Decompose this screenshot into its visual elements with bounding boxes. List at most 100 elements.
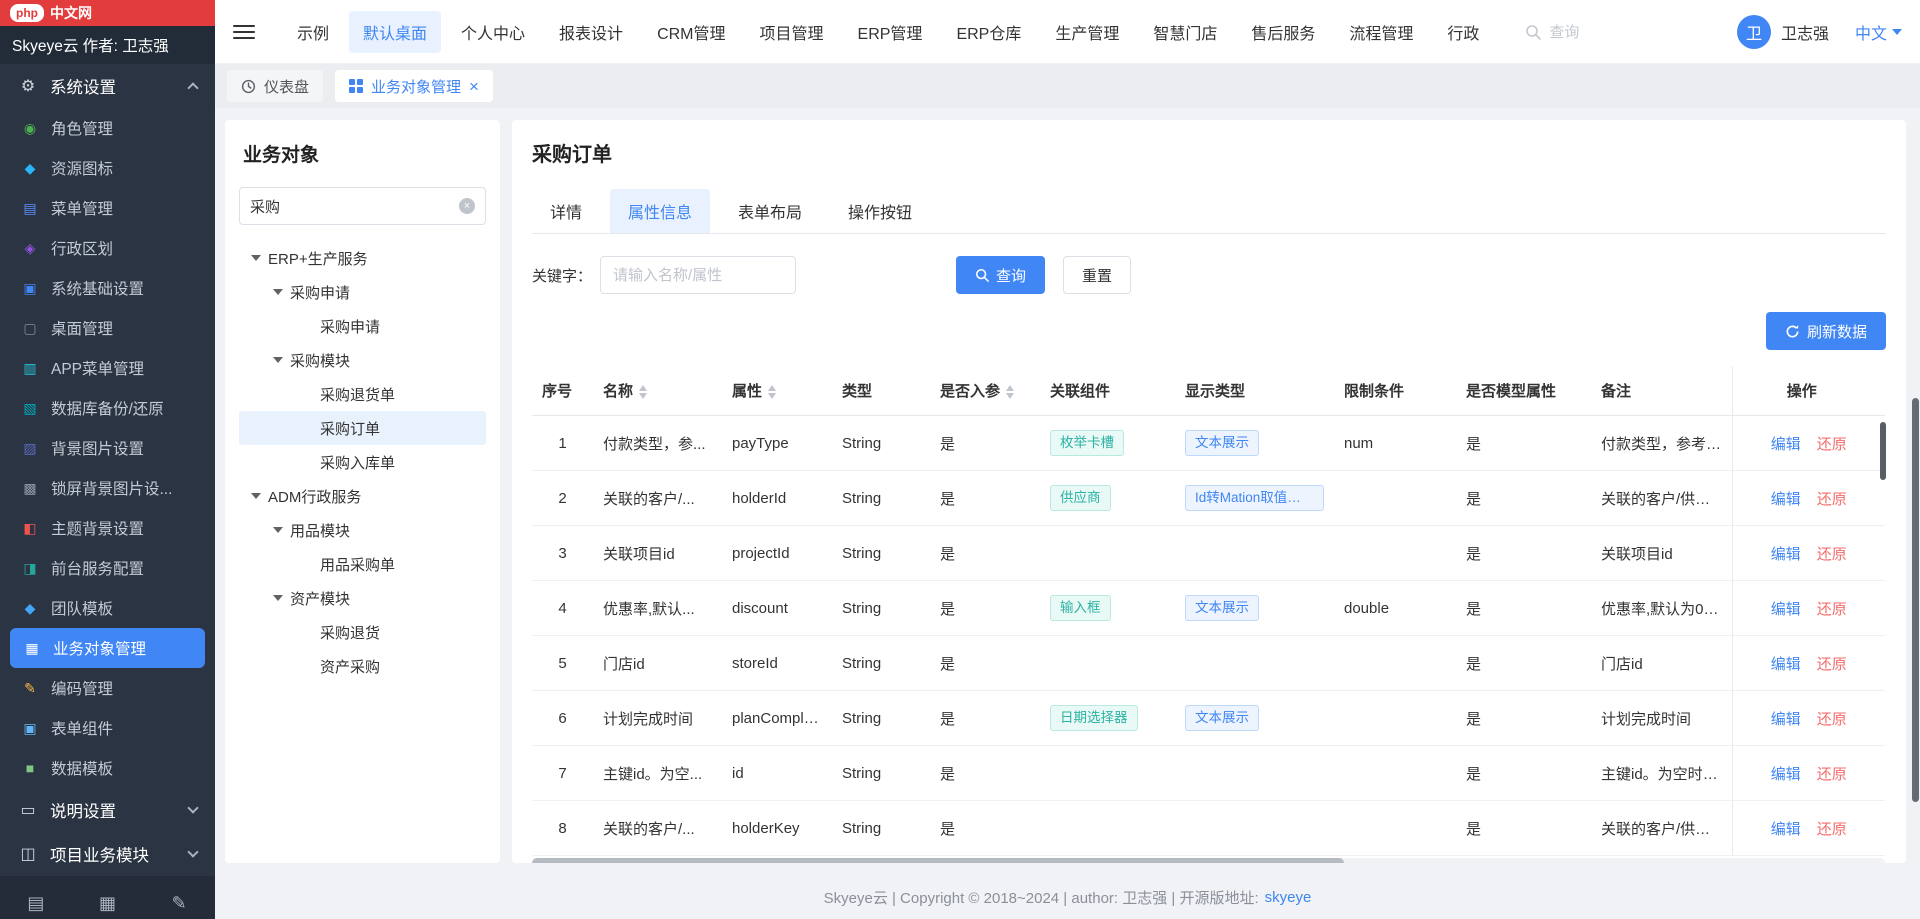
sidebar-item[interactable]: ◆ 团队模板 [0,588,215,628]
edit-link[interactable]: 编辑 [1771,766,1801,783]
topnav-item[interactable]: ERP管理 [844,11,937,53]
tree-node[interactable]: 采购模块 [239,343,486,377]
column-header[interactable]: 操作 [1731,366,1885,416]
edit-link[interactable]: 编辑 [1771,821,1801,838]
sort-asc-icon[interactable] [768,385,777,392]
dock-item[interactable]: ▦ 日程 [72,893,144,919]
sort-desc-icon[interactable] [639,393,648,400]
restore-link[interactable]: 还原 [1817,546,1847,563]
column-header[interactable]: 是否入参 [930,366,1040,416]
sidebar-item[interactable]: ▦ 业务对象管理 [10,628,205,668]
edit-link[interactable]: 编辑 [1771,711,1801,728]
restore-link[interactable]: 还原 [1817,436,1847,453]
tree-node[interactable]: 采购申请 [239,275,486,309]
sidebar-item[interactable]: ◆ 资源图标 [0,148,215,188]
sort-icons[interactable] [639,385,648,400]
restore-link[interactable]: 还原 [1817,491,1847,508]
sidebar-item[interactable]: ▧ 数据库备份/还原 [0,388,215,428]
sidebar-section[interactable]: ◫ 项目业务模块 [0,832,215,876]
tree-node[interactable]: 采购申请 [239,309,486,343]
tree-node[interactable]: ERP+生产服务 [239,241,486,275]
edit-link[interactable]: 编辑 [1771,491,1801,508]
sidebar-item[interactable]: ▢ 桌面管理 [0,308,215,348]
clear-icon[interactable]: × [459,198,475,214]
topnav-item[interactable]: 报表设计 [545,11,637,53]
tree-node[interactable]: 采购入库单 [239,445,486,479]
dock-item[interactable]: ✎ 笔记 [143,893,215,919]
topnav-item[interactable]: 默认桌面 [349,10,442,53]
column-header[interactable]: 类型 [832,366,930,416]
detail-tab[interactable]: 表单布局 [720,189,820,233]
sidebar-item[interactable]: ◧ 主题背景设置 [0,508,215,548]
site-banner[interactable]: php 中文网 [0,0,215,26]
column-header[interactable]: 备注 [1591,366,1732,416]
tree-node[interactable]: 采购退货单 [239,377,486,411]
sort-icons[interactable] [1006,385,1015,400]
topnav-item[interactable]: 售后服务 [1237,11,1329,53]
tab-dashboard[interactable]: 仪表盘 [227,70,324,102]
column-header[interactable]: 限制条件 [1334,366,1456,416]
keyword-input[interactable] [600,256,797,294]
restore-link[interactable]: 还原 [1817,601,1847,618]
sidebar-item[interactable]: ▥ APP菜单管理 [0,348,215,388]
sidebar-item[interactable]: ▨ 背景图片设置 [0,428,215,468]
dock-item[interactable]: ▤ 文件管理 [0,893,72,919]
topnav-item[interactable]: 生产管理 [1041,11,1133,53]
detail-tab[interactable]: 属性信息 [610,189,711,233]
user-name[interactable]: 卫志强 [1781,20,1829,44]
detail-tab[interactable]: 详情 [532,189,600,233]
column-header[interactable]: 序号 [532,366,593,416]
search-button[interactable]: 查询 [956,256,1046,294]
sort-desc-icon[interactable] [1006,393,1015,400]
edit-link[interactable]: 编辑 [1771,546,1801,563]
column-header[interactable]: 关联组件 [1040,366,1175,416]
edit-link[interactable]: 编辑 [1771,656,1801,673]
column-header[interactable]: 属性 [722,366,832,416]
tab-business-object-management[interactable]: 业务对象管理 × [335,70,493,102]
sidebar-item[interactable]: ▤ 菜单管理 [0,188,215,228]
sidebar-item[interactable]: ▣ 表单组件 [0,708,215,748]
sidebar-item[interactable]: ▣ 系统基础设置 [0,268,215,308]
column-header[interactable]: 显示类型 [1175,366,1334,416]
avatar[interactable]: 卫 [1736,14,1771,49]
sidebar-item[interactable]: ✎ 编码管理 [0,668,215,708]
tree-node[interactable]: 用品采购单 [239,547,486,581]
topnav-item[interactable]: ERP仓库 [942,11,1035,53]
sidebar-section-system-settings[interactable]: ⚙ 系统设置 [0,64,215,108]
menu-toggle-icon[interactable] [233,24,255,39]
edit-link[interactable]: 编辑 [1771,601,1801,618]
topnav-item[interactable]: 个人中心 [447,11,539,53]
global-search[interactable]: 查询 [1525,21,1579,42]
refresh-data-button[interactable]: 刷新数据 [1765,312,1886,350]
horizontal-scrollbar[interactable] [532,858,1885,863]
column-header[interactable]: 名称 [593,366,722,416]
detail-tab[interactable]: 操作按钮 [830,189,930,233]
edit-link[interactable]: 编辑 [1771,436,1801,453]
topnav-item[interactable]: 智慧门店 [1139,11,1231,53]
tree-node[interactable]: 采购订单 [239,411,486,445]
sidebar-section[interactable]: ▭ 说明设置 [0,788,215,832]
sort-asc-icon[interactable] [1006,385,1015,392]
opensource-link[interactable]: skyeye [1265,889,1312,906]
sidebar-item[interactable]: ▩ 锁屏背景图片设... [0,468,215,508]
sidebar-item[interactable]: ◉ 角色管理 [0,108,215,148]
tree-node[interactable]: 资产模块 [239,581,486,615]
restore-link[interactable]: 还原 [1817,656,1847,673]
tree-node[interactable]: ADM行政服务 [239,479,486,513]
restore-link[interactable]: 还原 [1817,711,1847,728]
tree-node[interactable]: 资产采购 [239,649,486,683]
sidebar-item[interactable]: ■ 数据模板 [0,748,215,788]
tree-node[interactable]: 用品模块 [239,513,486,547]
sort-desc-icon[interactable] [768,393,777,400]
column-header[interactable]: 是否模型属性 [1456,366,1591,416]
topnav-item[interactable]: 项目管理 [746,11,838,53]
tree-search-input[interactable] [250,197,459,215]
table-vertical-scrollbar-thumb[interactable] [1880,422,1886,480]
topnav-item[interactable]: 行政 [1433,11,1493,53]
tree-node[interactable]: 采购退货 [239,615,486,649]
sidebar-item[interactable]: ◨ 前台服务配置 [0,548,215,588]
language-switcher[interactable]: 中文 [1855,20,1902,44]
topnav-item[interactable]: 示例 [283,11,343,53]
page-vertical-scrollbar-thumb[interactable] [1912,398,1919,802]
close-icon[interactable]: × [469,78,479,95]
